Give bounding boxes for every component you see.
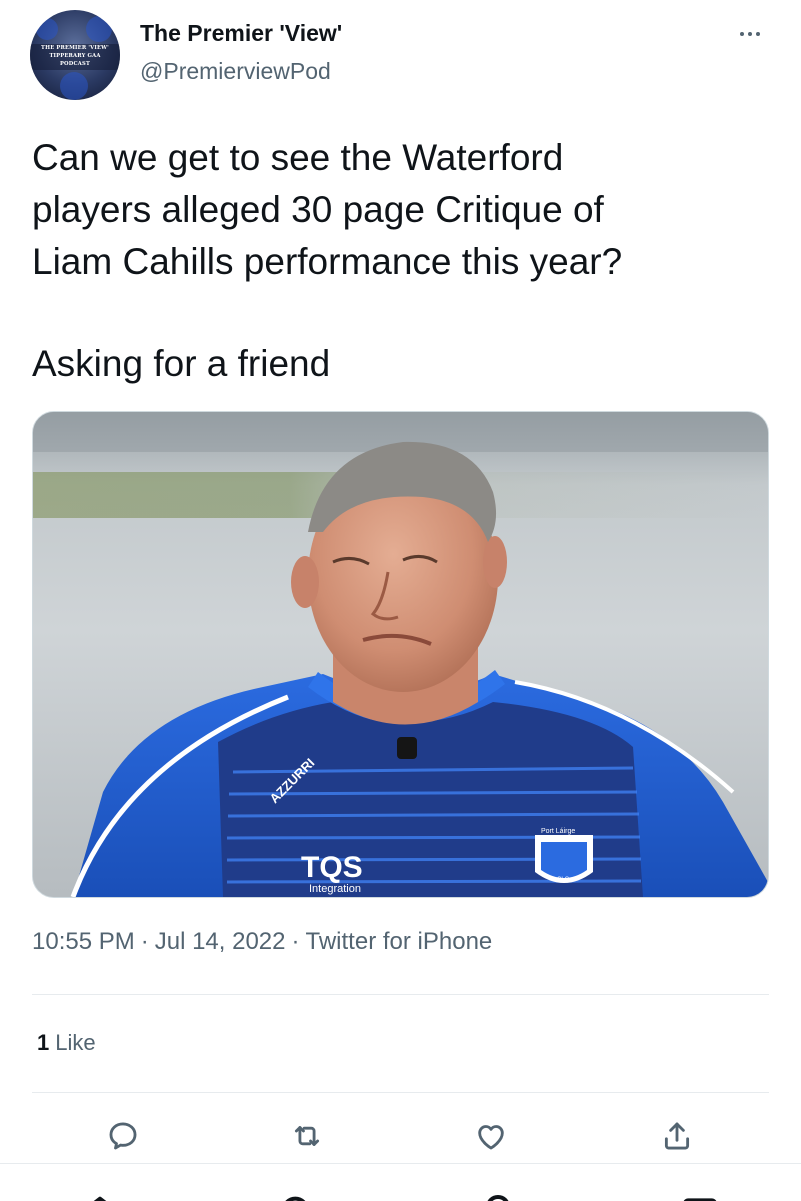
jersey-sponsor-subtext: Integration bbox=[309, 883, 361, 895]
tweet-date: Jul 14, 2022 bbox=[154, 928, 286, 955]
bottom-tab-bar bbox=[0, 1163, 801, 1201]
divider bbox=[32, 994, 769, 995]
share-icon bbox=[664, 1122, 690, 1150]
divider bbox=[32, 1092, 769, 1093]
more-horizontal-icon bbox=[740, 32, 744, 36]
avatar-text-line: TIPPERARY GAA bbox=[49, 53, 101, 59]
share-button[interactable] bbox=[657, 1116, 697, 1156]
author-display-name[interactable]: The Premier 'View' bbox=[140, 20, 342, 47]
reply-button[interactable] bbox=[103, 1116, 143, 1156]
likes-label: Like bbox=[55, 1030, 96, 1055]
heart-icon bbox=[478, 1125, 504, 1150]
tweet-photo[interactable]: AZZURRI TQS Integration Port Láirge CLG bbox=[32, 411, 769, 898]
retweet-icon bbox=[294, 1126, 320, 1146]
tweet-source[interactable]: Twitter for iPhone bbox=[306, 928, 493, 955]
crest-text-bottom: CLG bbox=[557, 877, 570, 883]
tweet-header: THE PREMIER 'VIEW' TIPPERARY GAA PODCAST… bbox=[30, 10, 770, 102]
crest-text-top: Port Láirge bbox=[541, 828, 575, 835]
retweet-button[interactable] bbox=[287, 1116, 327, 1156]
avatar-text-line: THE PREMIER 'VIEW' bbox=[41, 45, 109, 51]
tweet-text-paragraph: Asking for a friend bbox=[32, 343, 331, 384]
avatar-text-line: PODCAST bbox=[59, 61, 91, 67]
tweet-time: 10:55 PM bbox=[32, 928, 135, 955]
reply-icon bbox=[109, 1122, 137, 1150]
separator: · bbox=[291, 928, 300, 955]
author-handle[interactable]: @PremierviewPod bbox=[140, 58, 331, 85]
photo-illustration: AZZURRI TQS Integration Port Láirge CLG bbox=[33, 412, 768, 897]
separator: · bbox=[140, 928, 149, 955]
tweet-timestamp[interactable]: 10:55 PM · Jul 14, 2022 · Twitter for iPhone bbox=[32, 928, 492, 956]
like-button[interactable] bbox=[471, 1116, 511, 1156]
likes-count: 1 bbox=[37, 1030, 50, 1055]
tweet-text-paragraph: Can we get to see the Waterford players … bbox=[32, 137, 623, 282]
podcast-logo-avatar[interactable]: THE PREMIER 'VIEW' TIPPERARY GAA PODCAST bbox=[30, 10, 120, 100]
likes-summary[interactable]: 1 Like bbox=[37, 1030, 96, 1056]
more-options-button[interactable] bbox=[732, 22, 768, 46]
jersey-sponsor-text: TQS bbox=[301, 851, 363, 884]
